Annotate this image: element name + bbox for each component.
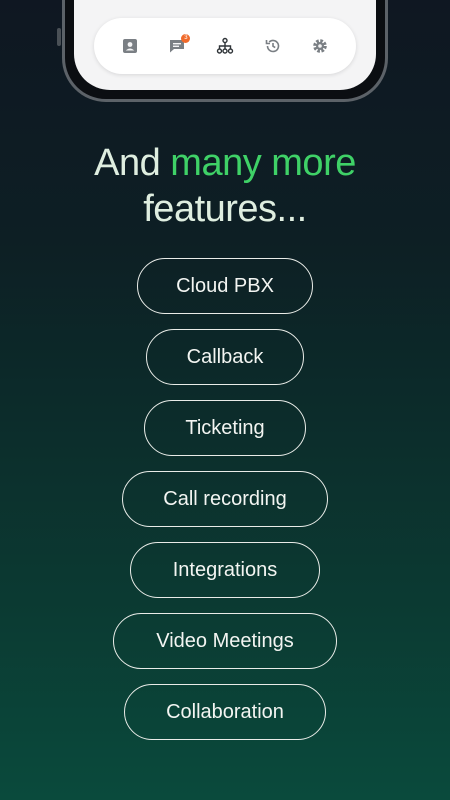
headline: And many more features...: [0, 140, 450, 232]
feature-pill-call-recording[interactable]: Call recording: [122, 471, 328, 527]
gear-icon: [313, 39, 327, 53]
headline-line-1: And many more: [0, 140, 450, 186]
phone-side-button: [57, 28, 61, 46]
chat-badge: 3: [181, 34, 191, 43]
tab-settings[interactable]: [305, 31, 335, 61]
feature-pill-callback[interactable]: Callback: [146, 329, 304, 385]
bottom-tab-bar: 3: [94, 18, 356, 74]
tab-contacts[interactable]: [115, 31, 145, 61]
feature-pill-cloud-pbx[interactable]: Cloud PBX: [137, 258, 313, 314]
feature-pill-integrations[interactable]: Integrations: [130, 542, 320, 598]
phone-screen: 3: [74, 0, 376, 90]
headline-plain: And: [94, 142, 171, 184]
feature-pill-collaboration[interactable]: Collaboration: [124, 684, 326, 740]
contacts-icon: [122, 39, 137, 53]
phone-mockup: 3: [62, 0, 388, 102]
feature-pill-ticketing[interactable]: Ticketing: [144, 400, 306, 456]
tab-chat[interactable]: 3: [162, 31, 192, 61]
headline-accent: many more: [170, 142, 356, 184]
feature-list: Cloud PBX Callback Ticketing Call record…: [0, 258, 450, 740]
tab-hierarchy[interactable]: [210, 31, 240, 61]
history-icon: [265, 39, 279, 53]
feature-pill-video-meetings[interactable]: Video Meetings: [113, 613, 337, 669]
headline-line-2: features...: [143, 188, 307, 230]
tab-history[interactable]: [258, 31, 288, 61]
hierarchy-icon: [216, 37, 234, 54]
